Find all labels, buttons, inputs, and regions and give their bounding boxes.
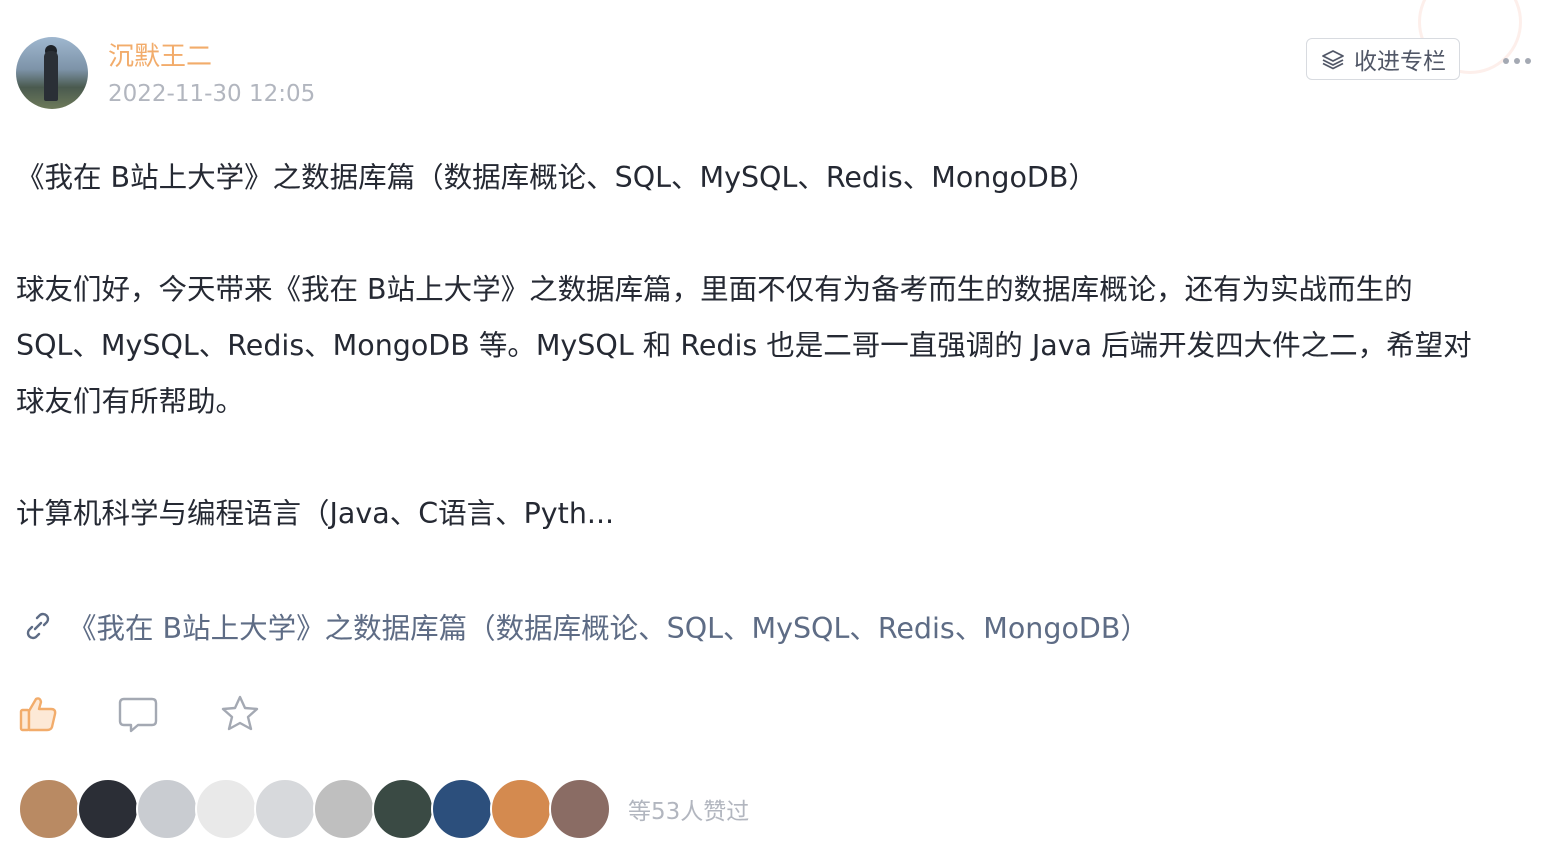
collect-label: 收进专栏 (1354, 49, 1446, 75)
thumbs-up-icon[interactable] (16, 692, 60, 736)
liker-avatar[interactable] (136, 778, 198, 840)
collect-to-column-button[interactable]: 收进专栏 (1306, 38, 1460, 80)
author-name[interactable]: 沉默王二 (108, 40, 212, 74)
post-title-line: 《我在 B站上大学》之数据库篇（数据库概论、SQL、MySQL、Redis、Mo… (16, 161, 1097, 194)
article-link-text[interactable]: 《我在 B站上大学》之数据库篇（数据库概论、SQL、MySQL、Redis、Mo… (68, 606, 1149, 647)
star-icon[interactable] (218, 692, 262, 736)
comment-icon[interactable] (116, 692, 160, 736)
post-truncated-line[interactable]: 计算机科学与编程语言（Java、C语言、Pyth... (16, 486, 614, 542)
liker-avatar[interactable] (431, 778, 493, 840)
author-avatar[interactable] (16, 37, 88, 109)
post-body-line: 球友们好，今天带来《我在 B站上大学》之数据库篇，里面不仅有为备考而生的数据库概… (16, 273, 1413, 306)
likers-row[interactable]: 等53人赞过 (18, 778, 749, 840)
liker-avatar[interactable] (254, 778, 316, 840)
liker-avatar[interactable] (77, 778, 139, 840)
likes-summary[interactable]: 等53人赞过 (628, 792, 749, 826)
article-link[interactable]: 《我在 B站上大学》之数据库篇（数据库概论、SQL、MySQL、Redis、Mo… (20, 598, 1149, 654)
liker-avatar[interactable] (195, 778, 257, 840)
more-dot-icon (1525, 58, 1531, 64)
more-dot-icon (1503, 58, 1509, 64)
stack-icon (1322, 50, 1344, 70)
post-body-line: 球友们有所帮助。 (16, 385, 245, 418)
post-time: 2022-11-30 12:05 (108, 81, 316, 107)
more-dot-icon (1514, 58, 1520, 64)
link-icon (26, 612, 50, 640)
post-body-line: SQL、MySQL、Redis、MongoDB 等。MySQL 和 Redis … (16, 329, 1472, 362)
liker-avatar[interactable] (18, 778, 80, 840)
liker-avatar[interactable] (313, 778, 375, 840)
liker-avatar[interactable] (549, 778, 611, 840)
more-options-button[interactable] (1503, 52, 1539, 70)
liker-avatar[interactable] (372, 778, 434, 840)
liker-avatar[interactable] (490, 778, 552, 840)
